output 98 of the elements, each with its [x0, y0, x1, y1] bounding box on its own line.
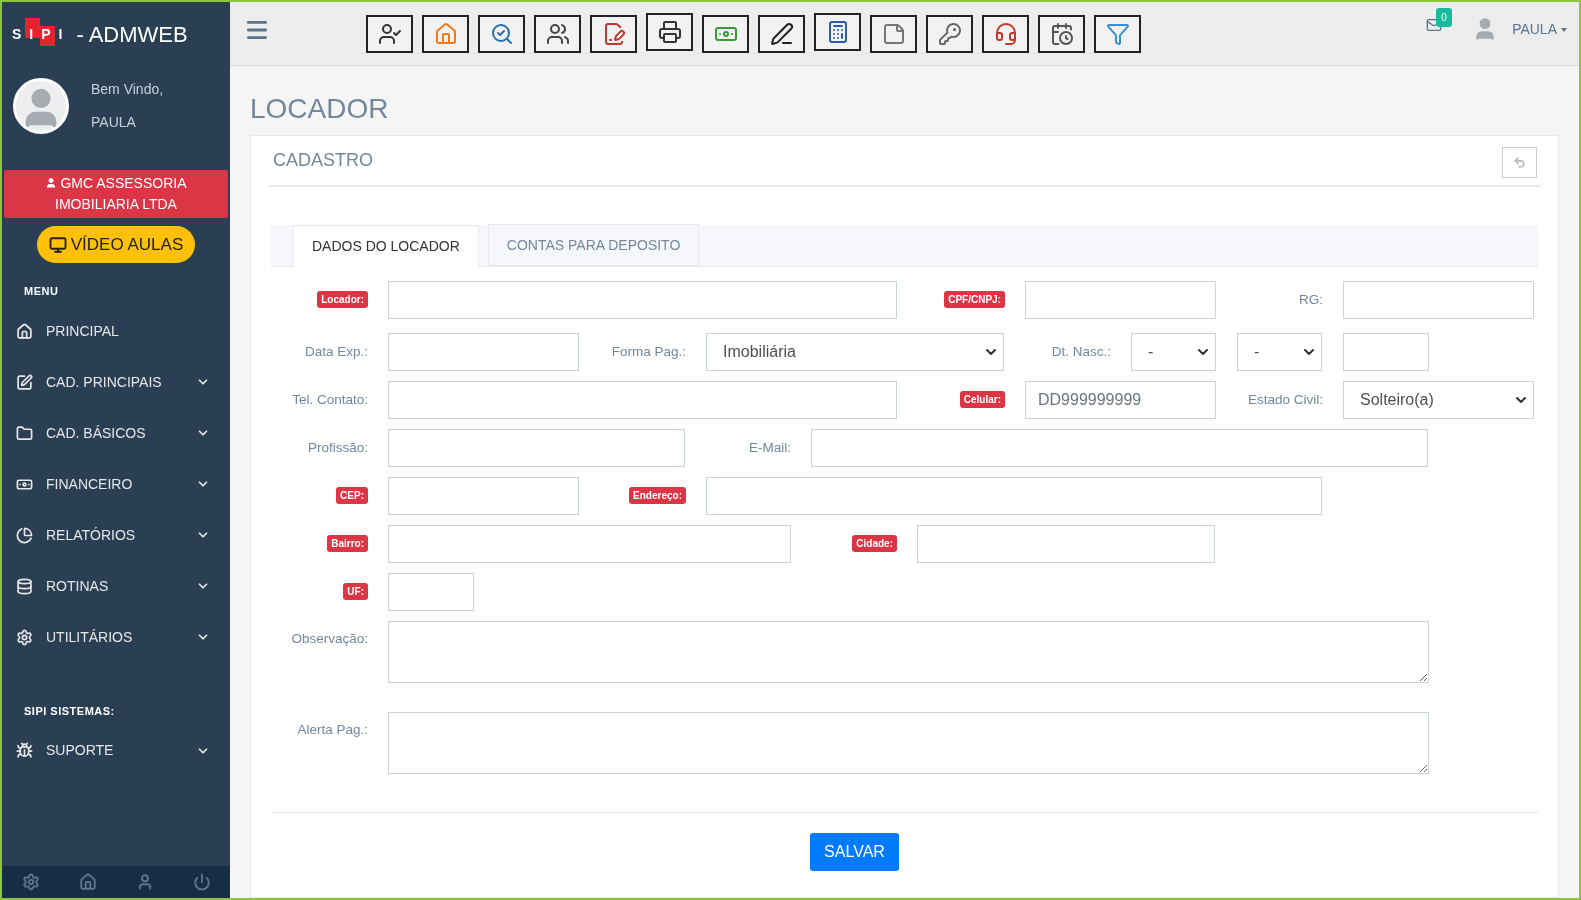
menu-section-title: SIPI SISTEMAS: — [23, 703, 115, 719]
toolbar-button[interactable] — [870, 15, 917, 53]
field-label: Profissão: — [307, 439, 368, 457]
menu-item[interactable]: RELATÓRIOS — [2, 509, 230, 561]
home-icon — [16, 322, 33, 340]
toolbar-button[interactable] — [534, 15, 581, 53]
users-icon — [545, 22, 570, 46]
monitor-icon — [48, 235, 67, 254]
greeting-text: Bem Vindo, — [91, 80, 164, 99]
toolbar-button[interactable] — [590, 15, 637, 53]
bug-icon — [16, 742, 33, 759]
folder-icon — [16, 424, 33, 442]
back-button[interactable] — [1502, 147, 1537, 178]
required-label: CEP: — [336, 487, 368, 504]
edit-icon — [16, 373, 33, 391]
settings-icon — [16, 628, 33, 646]
pen-icon — [769, 22, 794, 46]
field-label: E-Mail: — [749, 439, 791, 457]
select-field[interactable]: Imobiliária — [706, 333, 1004, 371]
field-label: Observação: — [291, 630, 368, 648]
field-label: Dt. Nasc.: — [1051, 343, 1111, 361]
database-icon — [16, 577, 33, 595]
field-label: Data Exp.: — [304, 343, 368, 361]
panel-title: CADASTRO — [273, 149, 373, 172]
required-label: Cidade: — [852, 535, 897, 552]
field-label: Alerta Pag.: — [297, 721, 368, 739]
calendar-clock-icon — [1049, 22, 1074, 46]
user-menu[interactable]: PAULA — [1512, 19, 1567, 40]
text-field[interactable] — [388, 573, 474, 611]
required-label: Endereço: — [629, 487, 686, 504]
menu-item[interactable]: SUPORTE — [2, 725, 230, 776]
tab[interactable]: DADOS DO LOCADOR — [293, 225, 479, 267]
text-field[interactable] — [388, 525, 791, 563]
text-field[interactable] — [1025, 281, 1216, 319]
toolbar-button[interactable] — [814, 13, 861, 51]
menu-section-title: MENU — [23, 284, 59, 299]
headset-person-icon — [993, 22, 1018, 46]
video-lessons-button[interactable]: VÍDEO AULAS — [36, 226, 196, 263]
toolbar-button[interactable] — [1038, 15, 1085, 53]
text-field[interactable] — [388, 381, 897, 419]
field-label: Estado Civil: — [1247, 391, 1323, 409]
power-icon[interactable] — [192, 873, 211, 891]
company-name: GMC ASSESSORIA IMOBILIARIA LTDA — [55, 175, 187, 212]
text-field[interactable] — [811, 429, 1428, 467]
caret-icon — [1561, 27, 1567, 32]
menu-item[interactable]: UTILITÁRIOS — [2, 611, 230, 663]
select-field[interactable]: - — [1237, 333, 1322, 371]
select-field[interactable]: - — [1131, 333, 1216, 371]
field-label: Forma Pag.: — [611, 343, 686, 361]
settings-icon[interactable] — [21, 873, 40, 891]
reply-arrow-icon — [1513, 156, 1526, 169]
field-label: Tel. Contato: — [292, 391, 368, 409]
filter-icon — [1105, 22, 1130, 46]
user-check-icon — [377, 22, 402, 46]
required-label: UF: — [343, 583, 368, 600]
user-name: PAULA — [91, 113, 137, 132]
text-field[interactable] — [1343, 333, 1429, 371]
select-field[interactable]: Solteiro(a) — [1343, 381, 1534, 419]
toolbar-button[interactable] — [982, 15, 1029, 53]
tab[interactable]: CONTAS PARA DEPOSITO — [487, 224, 700, 266]
required-label: Locador: — [317, 291, 368, 308]
field-label: RG: — [1299, 291, 1323, 309]
menu-item[interactable]: CAD. BÁSICOS — [2, 407, 230, 459]
menu-item[interactable]: CAD. PRINCIPAIS — [2, 356, 230, 408]
text-field[interactable] — [706, 477, 1322, 515]
text-field[interactable]: DD999999999 — [1025, 381, 1216, 419]
toolbar-button[interactable] — [758, 15, 805, 53]
notepad-icon — [881, 22, 906, 46]
app-title: - ADMWEB — [76, 20, 188, 49]
toolbar-button[interactable] — [646, 13, 693, 51]
toolbar-button[interactable] — [422, 15, 469, 53]
home-icon — [433, 22, 458, 46]
text-field[interactable] — [388, 429, 685, 467]
keys-icon — [937, 22, 962, 46]
toolbar-button[interactable] — [366, 15, 413, 53]
menu-item[interactable]: ROTINAS — [2, 560, 230, 612]
printer-icon — [657, 20, 682, 44]
save-button[interactable]: SALVAR — [810, 833, 899, 871]
pie-chart-icon — [16, 526, 33, 544]
text-field[interactable] — [917, 525, 1215, 563]
required-label: Celular: — [959, 391, 1005, 408]
required-label: Bairro: — [327, 535, 368, 552]
user-icon — [45, 176, 58, 189]
toolbar-button[interactable] — [1094, 15, 1141, 53]
menu-item[interactable]: FINANCEIRO — [2, 458, 230, 510]
home-icon[interactable] — [78, 873, 97, 891]
text-field[interactable] — [388, 281, 897, 319]
toolbar-button[interactable] — [926, 15, 973, 53]
magnifier-icon — [489, 22, 514, 46]
page-title: LOCADOR — [250, 93, 390, 125]
text-field[interactable] — [388, 477, 579, 515]
menu-item[interactable]: PRINCIPAL — [2, 305, 230, 357]
toolbar-button[interactable] — [702, 15, 749, 53]
mail-count-badge: 0 — [1436, 8, 1452, 27]
text-field[interactable] — [388, 333, 579, 371]
toolbar-button[interactable] — [478, 15, 525, 53]
required-label: CPF/CNPJ: — [944, 291, 1005, 308]
text-field[interactable] — [1343, 281, 1534, 319]
